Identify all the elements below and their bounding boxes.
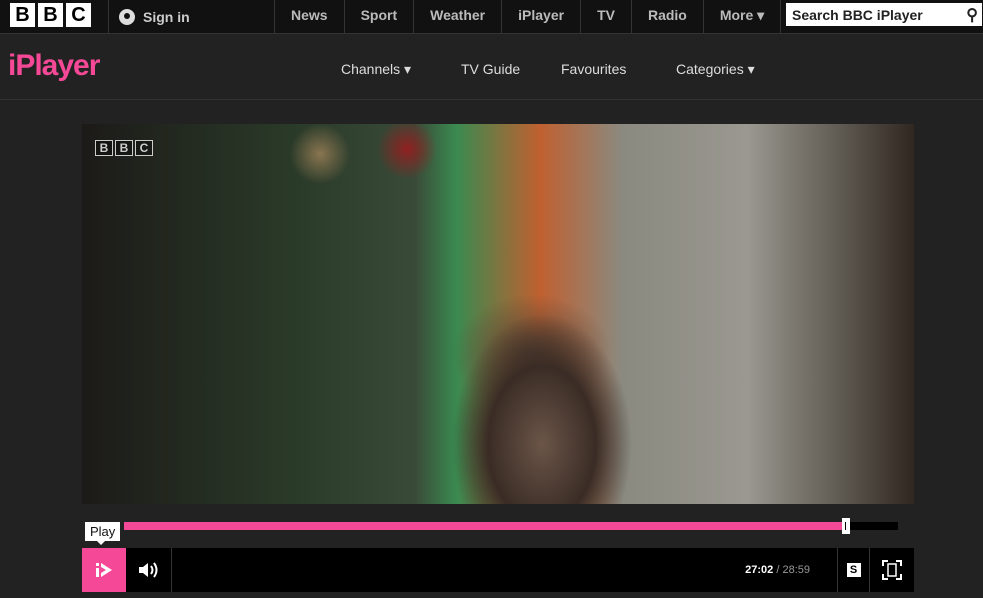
volume-icon [137,560,161,580]
play-tooltip: Play [85,522,120,541]
nav-radio[interactable]: Radio [631,0,703,34]
user-icon [119,9,135,25]
iplayer-play-icon [94,560,114,580]
fullscreen-icon [882,560,902,580]
watermark-letter: C [135,140,153,156]
progress-track[interactable] [124,522,898,530]
sign-in-label: Sign in [143,9,190,25]
subtitles-icon: S [847,563,861,577]
control-bar: 27:02 / 28:59 S [82,548,914,592]
fullscreen-button[interactable] [869,548,914,592]
bbc-watermark: B B C [95,140,153,156]
menu-favourites[interactable]: Favourites [561,61,626,77]
search-placeholder: Search BBC iPlayer [792,7,923,23]
nav-weather[interactable]: Weather [413,0,501,34]
search-icon[interactable]: ⚲ [966,5,978,25]
iplayer-logo[interactable]: iPlayer [8,49,99,83]
nav-more[interactable]: More ▾ [703,0,781,34]
nav-sport[interactable]: Sport [344,0,414,34]
menu-channels[interactable]: Channels ▾ [341,61,411,78]
bbc-logo-letter: B [38,3,63,27]
nav-tv[interactable]: TV [580,0,631,34]
bbc-logo[interactable]: B B C [10,3,91,27]
iplayer-header: iPlayer Channels ▾ TV Guide Favourites C… [0,35,983,100]
watermark-letter: B [115,140,133,156]
bbc-logo-letter: C [66,3,91,27]
nav-news[interactable]: News [274,0,344,34]
sign-in-link[interactable]: Sign in [108,0,190,34]
current-time: 27:02 [745,564,773,576]
bbc-logo-letter: B [10,3,35,27]
bbc-global-nav: B B C Sign in News Sport Weather iPlayer… [0,0,983,34]
duration: / 28:59 [776,564,810,576]
progress-handle[interactable] [842,518,850,534]
play-button[interactable] [82,548,126,592]
nav-iplayer[interactable]: iPlayer [501,0,580,34]
video-frame[interactable]: B B C [82,124,914,504]
search-input[interactable]: Search BBC iPlayer ⚲ [786,3,982,26]
scrub-bar-area: Play [82,504,914,548]
progress-fill [124,522,846,530]
time-display: 27:02 / 28:59 [745,564,810,576]
video-player: B B C Play 27:02 / 28:59 S [82,124,914,592]
watermark-letter: B [95,140,113,156]
menu-tv-guide[interactable]: TV Guide [461,61,520,77]
menu-categories[interactable]: Categories ▾ [676,61,755,78]
volume-button[interactable] [126,548,172,592]
global-nav-links: News Sport Weather iPlayer TV Radio More… [274,0,781,34]
subtitles-button[interactable]: S [837,548,869,592]
